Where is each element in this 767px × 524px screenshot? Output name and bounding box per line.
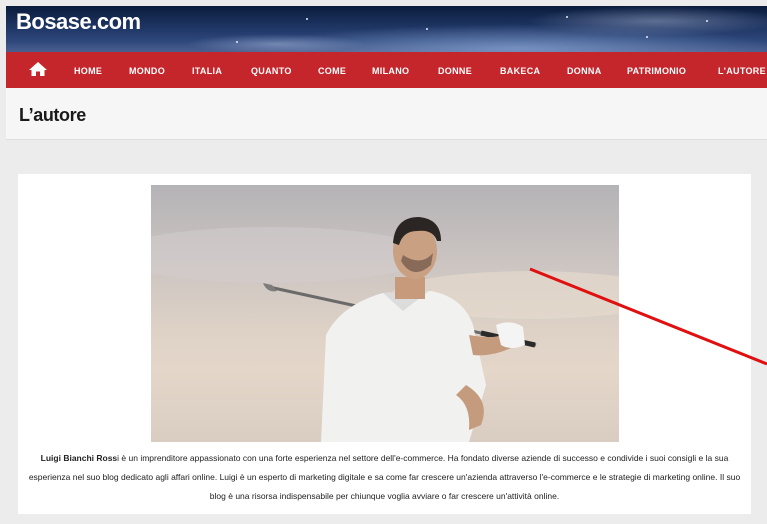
annotation-arrow: [529, 267, 767, 366]
page-frame: Bosase.com HOME MONDO ITALIA QUANTO COME…: [6, 6, 767, 524]
